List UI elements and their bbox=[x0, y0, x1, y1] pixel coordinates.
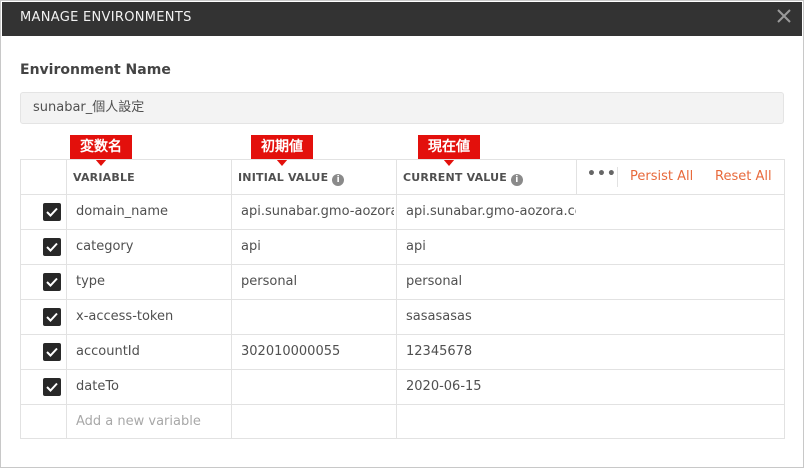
row-divider bbox=[21, 334, 784, 335]
row-divider bbox=[21, 299, 784, 300]
variable-cell[interactable]: x-access-token bbox=[76, 309, 226, 324]
manage-environments-dialog: MANAGE ENVIRONMENTS Environment Name sun… bbox=[0, 0, 804, 468]
row-divider bbox=[21, 404, 784, 405]
dialog-title: MANAGE ENVIRONMENTS bbox=[20, 10, 192, 25]
check-icon bbox=[46, 382, 58, 392]
variable-cell[interactable]: category bbox=[76, 239, 226, 254]
current-value-cell[interactable]: sasasasas bbox=[406, 309, 576, 324]
annotation-variable: 変数名 bbox=[70, 135, 132, 166]
header-current-value: CURRENT VALUE i bbox=[403, 171, 523, 186]
check-icon bbox=[46, 347, 58, 357]
column-divider bbox=[576, 160, 577, 194]
initial-value-cell[interactable]: api bbox=[241, 239, 394, 254]
header-initial-value: INITIAL VALUE i bbox=[238, 171, 345, 186]
persist-all-button[interactable]: Persist All bbox=[630, 169, 693, 184]
current-value-cell[interactable]: 2020-06-15 bbox=[406, 379, 576, 394]
info-icon[interactable]: i bbox=[510, 174, 523, 186]
add-variable-input[interactable]: Add a new variable bbox=[76, 414, 226, 429]
environment-name-input[interactable]: sunabar_個人設定 bbox=[20, 92, 784, 124]
row-divider bbox=[21, 194, 784, 195]
close-icon[interactable] bbox=[774, 6, 794, 26]
more-options-button[interactable]: ••• bbox=[587, 166, 617, 182]
variable-cell[interactable]: domain_name bbox=[76, 204, 226, 219]
row-checkbox[interactable] bbox=[43, 343, 61, 361]
row-divider bbox=[21, 264, 784, 265]
column-divider bbox=[617, 167, 618, 187]
row-checkbox[interactable] bbox=[43, 378, 61, 396]
row-checkbox[interactable] bbox=[43, 238, 61, 256]
current-value-cell[interactable]: 12345678 bbox=[406, 344, 576, 359]
check-icon bbox=[46, 312, 58, 322]
info-icon[interactable]: i bbox=[332, 174, 345, 186]
variables-table: VARIABLE INITIAL VALUE i CURRENT VALUE i •… bbox=[20, 159, 785, 439]
variable-cell[interactable]: accountId bbox=[76, 344, 226, 359]
environment-name-label: Environment Name bbox=[20, 62, 171, 78]
current-value-cell[interactable]: api bbox=[406, 239, 576, 254]
variable-cell[interactable]: dateTo bbox=[76, 379, 226, 394]
current-value-cell[interactable]: personal bbox=[406, 274, 576, 289]
header-variable: VARIABLE bbox=[73, 171, 135, 184]
dialog-titlebar: MANAGE ENVIRONMENTS bbox=[2, 2, 802, 36]
check-icon bbox=[46, 242, 58, 252]
annotation-initial: 初期値 bbox=[251, 135, 313, 166]
variable-cell[interactable]: type bbox=[76, 274, 226, 289]
current-value-cell[interactable]: api.sunabar.gmo-aozora.com bbox=[406, 204, 576, 219]
row-divider bbox=[21, 229, 784, 230]
initial-value-cell[interactable]: api.sunabar.gmo-aozora.com bbox=[241, 204, 394, 219]
check-icon bbox=[46, 207, 58, 217]
reset-all-button[interactable]: Reset All bbox=[715, 169, 772, 184]
row-checkbox[interactable] bbox=[43, 308, 61, 326]
row-checkbox[interactable] bbox=[43, 203, 61, 221]
row-checkbox[interactable] bbox=[43, 273, 61, 291]
annotation-current: 現在値 bbox=[418, 135, 480, 166]
row-divider bbox=[21, 369, 784, 370]
check-icon bbox=[46, 277, 58, 287]
initial-value-cell[interactable]: personal bbox=[241, 274, 394, 289]
initial-value-cell[interactable]: 302010000055 bbox=[241, 344, 394, 359]
